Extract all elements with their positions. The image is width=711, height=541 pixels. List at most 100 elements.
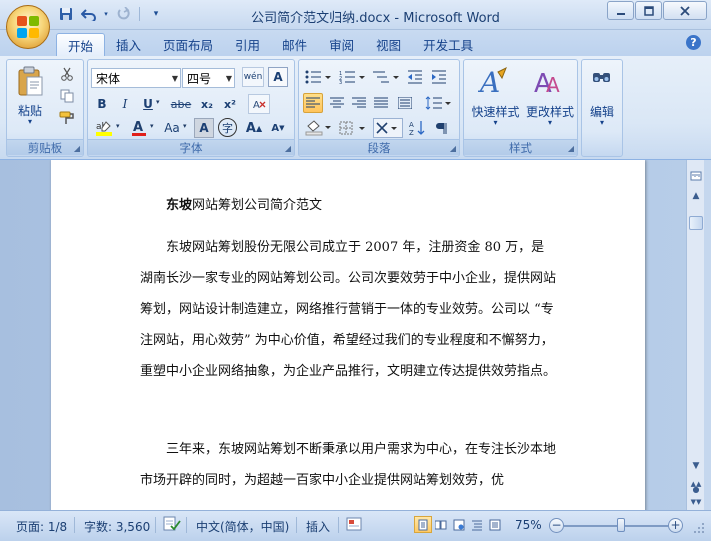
enclose-characters-button[interactable]: 字: [218, 118, 237, 137]
maximize-icon[interactable]: [635, 1, 662, 20]
subscript-button[interactable]: x₂: [197, 94, 217, 114]
align-right-icon[interactable]: [349, 93, 369, 113]
shading-icon[interactable]: [303, 118, 333, 138]
document-page[interactable]: 些见笑可以还还为日公司间开达做还作号。 东坡网站筹划公司简介范文 东坡网站筹划股…: [51, 160, 645, 510]
zoom-slider-thumb[interactable]: [617, 518, 626, 532]
styles-group-label: 样式: [464, 139, 577, 155]
copy-icon[interactable]: [57, 86, 77, 106]
multilevel-list-icon[interactable]: [371, 67, 401, 87]
change-styles-icon[interactable]: AA: [532, 66, 564, 98]
draft-view-icon[interactable]: [486, 516, 504, 533]
zoom-level[interactable]: 75%: [515, 518, 542, 532]
highlight-dropdown-icon[interactable]: ▾: [116, 122, 120, 130]
phonetic-guide-button[interactable]: wén: [242, 67, 264, 87]
increase-indent-icon[interactable]: [429, 67, 449, 87]
web-layout-view-icon[interactable]: [450, 516, 468, 533]
tab-home[interactable]: 开始: [56, 33, 106, 56]
font-size-combo[interactable]: 四号 ▼: [182, 68, 235, 88]
resize-grip-icon[interactable]: [693, 522, 705, 537]
scroll-thumb[interactable]: [689, 216, 703, 230]
change-styles-dropdown-icon[interactable]: ▾: [522, 118, 578, 127]
numbering-icon[interactable]: 123: [337, 67, 367, 87]
superscript-button[interactable]: x²: [220, 94, 240, 114]
proofing-icon[interactable]: [163, 516, 181, 535]
font-size-value: 四号: [187, 71, 212, 86]
underline-dropdown-icon[interactable]: ▾: [156, 98, 160, 106]
find-icon[interactable]: [588, 66, 616, 94]
char-border-label: A: [273, 70, 283, 84]
insert-mode-indicator[interactable]: 插入: [306, 518, 330, 535]
format-painter-icon[interactable]: [57, 108, 77, 128]
scroll-up-icon[interactable]: ▲: [688, 188, 704, 204]
font-name-combo[interactable]: 宋体 ▼: [91, 68, 181, 88]
minimize-icon[interactable]: [607, 1, 634, 20]
bold-button[interactable]: B: [92, 94, 112, 114]
language-indicator[interactable]: 中文(简体，中国): [196, 518, 289, 535]
tab-page-layout[interactable]: 页面布局: [152, 33, 224, 56]
paste-dropdown-icon[interactable]: ▾: [11, 117, 49, 126]
paragraph-launcher-icon[interactable]: ◢: [450, 144, 456, 153]
borders-icon[interactable]: [337, 118, 367, 138]
font-group: 宋体 ▼ 四号 ▼ wén A B I U ▾ abe x₂ x² A ab ▾…: [87, 59, 295, 157]
quick-styles-dropdown-icon[interactable]: ▾: [468, 118, 523, 127]
cut-icon[interactable]: [57, 64, 77, 84]
tab-insert[interactable]: 插入: [105, 33, 152, 56]
next-page-icon[interactable]: ▼▼: [688, 494, 704, 510]
office-button[interactable]: [6, 5, 50, 49]
styles-launcher-icon[interactable]: ◢: [568, 144, 574, 153]
vertical-scrollbar[interactable]: ▲ ▼ ▲▲ ● ▼▼: [686, 160, 704, 510]
help-icon[interactable]: ?: [686, 35, 701, 50]
align-center-icon[interactable]: [327, 93, 347, 113]
office-logo-icon: [17, 16, 39, 38]
font-color-icon[interactable]: A: [128, 118, 150, 138]
svg-text:A: A: [478, 66, 500, 98]
align-left-icon[interactable]: [303, 93, 323, 113]
close-icon[interactable]: [663, 1, 707, 20]
ruler-toggle-icon[interactable]: [688, 168, 704, 184]
tab-developer[interactable]: 开发工具: [412, 33, 484, 56]
line-spacing-icon[interactable]: [423, 93, 453, 113]
outline-view-icon[interactable]: [468, 516, 486, 533]
tab-view[interactable]: 视图: [365, 33, 412, 56]
show-paragraph-marks-icon[interactable]: [431, 118, 451, 138]
tab-review[interactable]: 审阅: [318, 33, 365, 56]
page-count[interactable]: 页面: 1/8: [16, 518, 67, 535]
document-area: 些见笑可以还还为日公司间开达做还作号。 东坡网站筹划公司简介范文 东坡网站筹划股…: [0, 160, 686, 510]
word-count[interactable]: 字数: 3,560: [84, 518, 150, 535]
font-launcher-icon[interactable]: ◢: [285, 144, 291, 153]
bullets-icon[interactable]: [303, 67, 333, 87]
grow-font-button[interactable]: A ▲: [244, 118, 264, 138]
underline-button[interactable]: U: [138, 94, 158, 114]
asian-layout-icon[interactable]: [373, 118, 403, 138]
sort-icon[interactable]: AZ: [407, 118, 427, 138]
svg-text:A: A: [253, 100, 260, 111]
scroll-down-icon[interactable]: ▼: [688, 458, 704, 474]
italic-button[interactable]: I: [115, 94, 135, 114]
quick-styles-icon[interactable]: A: [478, 66, 510, 98]
title-bar: ▾ ▾ 公司简介范文归纳.docx - Microsoft Word: [0, 0, 711, 30]
full-screen-reading-view-icon[interactable]: [432, 516, 450, 533]
editing-dropdown-icon[interactable]: ▾: [582, 118, 622, 127]
char-shading-button[interactable]: A: [194, 118, 214, 138]
heading-bold-text: 东坡: [166, 198, 193, 213]
zoom-out-icon[interactable]: −: [549, 518, 564, 533]
tab-references[interactable]: 引用: [224, 33, 271, 56]
macro-recording-icon[interactable]: [346, 516, 362, 535]
font-color-dropdown-icon[interactable]: ▾: [150, 122, 154, 130]
strikethrough-button[interactable]: abe: [168, 94, 194, 114]
justify-icon[interactable]: [371, 93, 391, 113]
shrink-font-button[interactable]: A ▼: [268, 118, 288, 138]
zoom-in-icon[interactable]: +: [668, 518, 683, 533]
char-border-button[interactable]: A: [268, 67, 288, 87]
distributed-align-icon[interactable]: [395, 93, 415, 113]
change-case-button[interactable]: Aa: [160, 118, 184, 138]
paste-icon[interactable]: [15, 64, 45, 98]
change-case-dropdown-icon[interactable]: ▾: [183, 122, 187, 130]
clear-formatting-icon[interactable]: A: [248, 94, 270, 114]
tab-mailings[interactable]: 邮件: [271, 33, 318, 56]
decrease-indent-icon[interactable]: [405, 67, 425, 87]
text-highlight-icon[interactable]: ab: [92, 118, 116, 138]
print-layout-view-icon[interactable]: [414, 516, 432, 533]
zoom-slider-track[interactable]: [564, 525, 668, 527]
clipboard-launcher-icon[interactable]: ◢: [74, 144, 80, 153]
